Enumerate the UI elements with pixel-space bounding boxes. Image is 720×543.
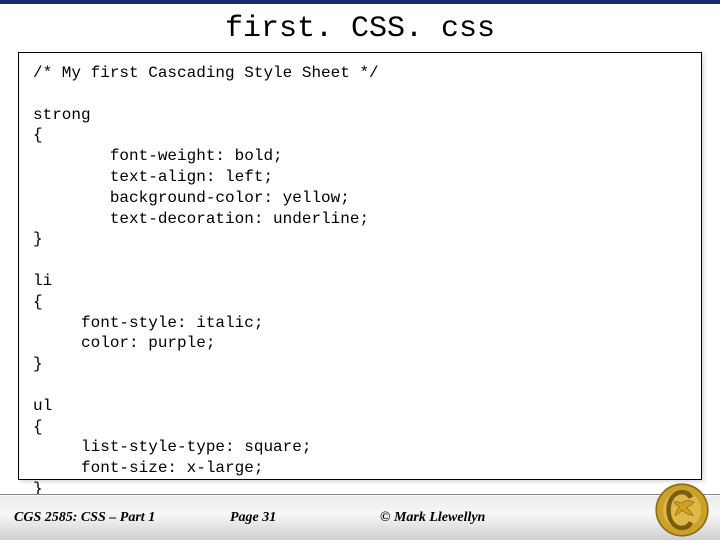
footer-page: Page 31: [230, 510, 380, 526]
code-container: /* My first Cascading Style Sheet */ str…: [18, 52, 702, 480]
footer-course: CGS 2585: CSS – Part 1: [0, 510, 230, 526]
footer-copyright: © Mark Llewellyn: [380, 510, 485, 526]
slide-title: first. CSS. css: [0, 4, 720, 52]
footer: CGS 2585: CSS – Part 1 Page 31 © Mark Ll…: [0, 494, 720, 540]
footer-bar: CGS 2585: CSS – Part 1 Page 31 © Mark Ll…: [0, 494, 720, 540]
ucf-logo-icon: [654, 482, 710, 538]
code-content: /* My first Cascading Style Sheet */ str…: [33, 63, 687, 500]
